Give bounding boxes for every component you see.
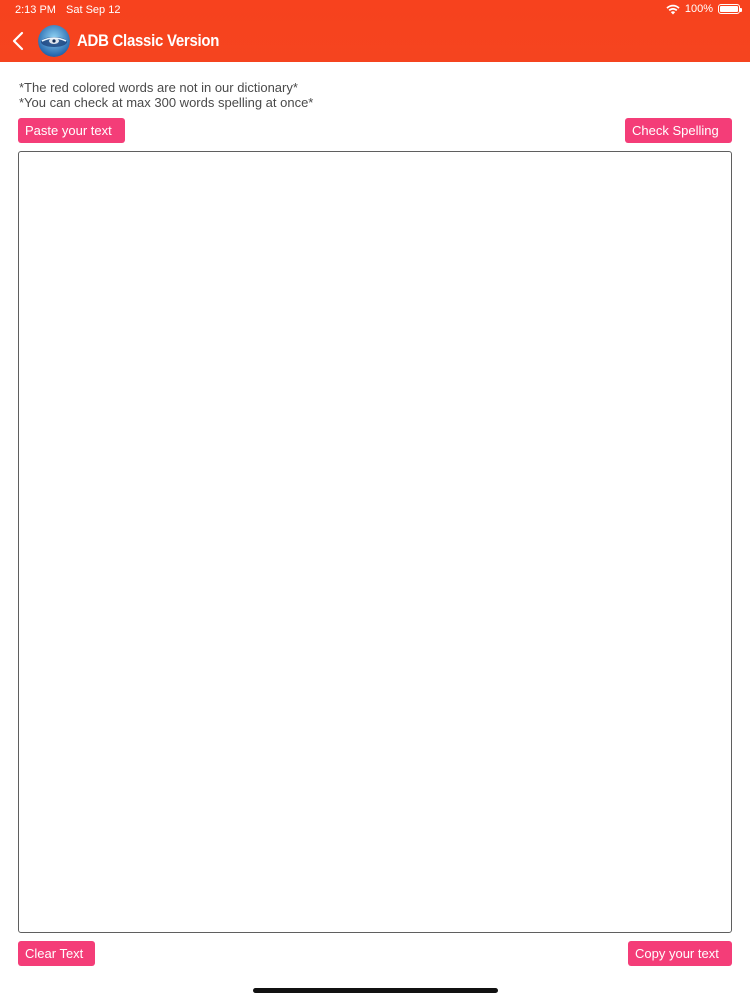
clear-text-button[interactable]: Clear Text [18,941,95,966]
status-date: Sat Sep 12 [66,4,121,16]
paste-text-button[interactable]: Paste your text [18,118,125,143]
copy-text-button[interactable]: Copy your text [628,941,732,966]
text-input-area[interactable] [18,151,732,933]
chevron-left-icon[interactable] [8,28,30,54]
navigation-bar: ADB Classic Version [0,22,750,62]
check-spelling-button[interactable]: Check Spelling [625,118,732,143]
status-time: 2:13 PM [15,4,56,16]
app-logo-icon [38,25,70,57]
battery-percent: 100% [684,3,713,15]
note-word-limit: *You can check at max 300 words spelling… [19,95,314,110]
app-header: 2:13 PM Sat Sep 12 100% ADB Classic Vers… [0,0,750,62]
note-dictionary: *The red colored words are not in our di… [19,80,298,95]
info-notes: *The red colored words are not in our di… [19,80,313,110]
home-indicator[interactable] [253,988,498,993]
page-title: ADB Classic Version [77,31,220,50]
status-indicators: 100% [666,3,742,15]
status-bar: 2:13 PM Sat Sep 12 100% [0,0,750,20]
battery-level [720,6,738,12]
battery-icon [718,4,742,14]
wifi-icon [666,4,680,14]
